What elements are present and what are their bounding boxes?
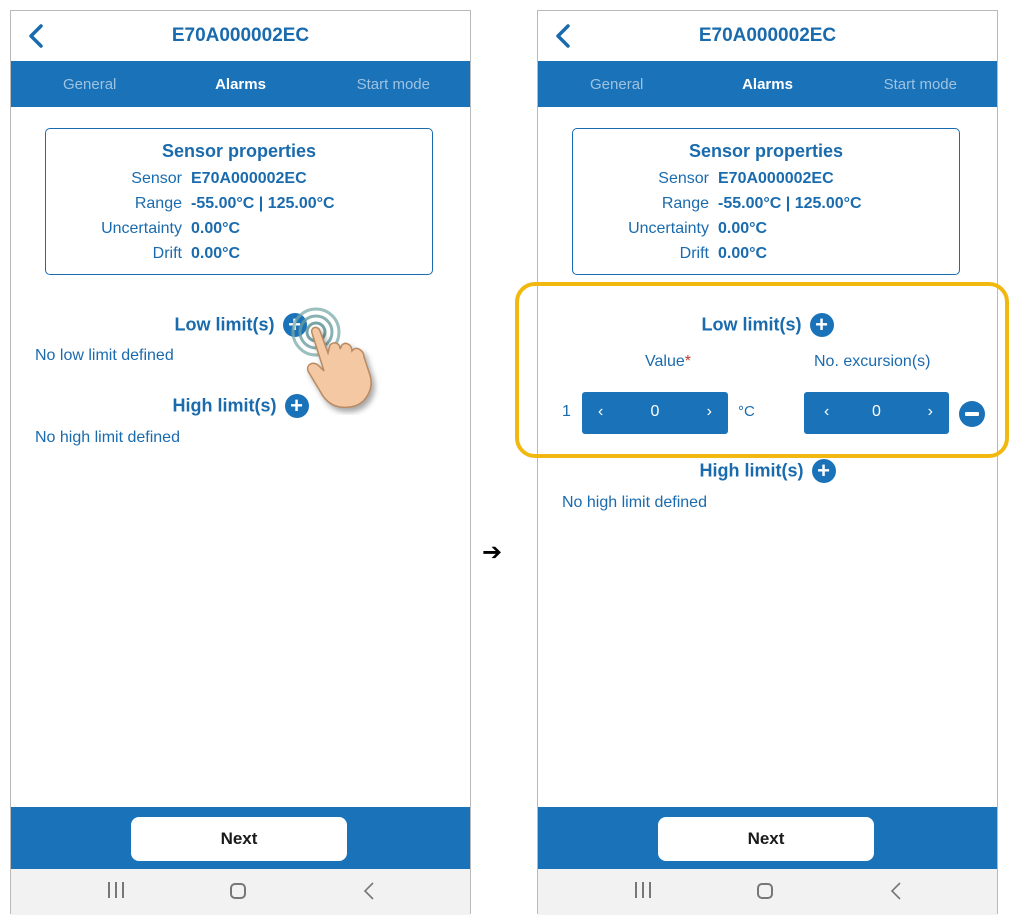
tab-start-mode[interactable]: Start mode: [357, 76, 430, 93]
uncertainty-row: Uncertainty 0.00°C: [46, 220, 432, 242]
title-bar: E70A000002EC: [11, 11, 470, 61]
uncertainty-value: 0.00°C: [191, 220, 241, 237]
highlight-box: [515, 282, 1009, 458]
low-limits-label: Low limit(s): [174, 314, 275, 335]
range-label: Range: [134, 195, 182, 212]
footer-bar: Next: [11, 807, 470, 869]
next-button[interactable]: Next: [131, 817, 347, 861]
uncertainty-label: Uncertainty: [101, 220, 182, 237]
sensor-row: Sensor E70A000002EC: [46, 170, 432, 192]
no-high-limit-text: No high limit defined: [562, 494, 707, 511]
high-limits-header: High limit(s) +: [11, 394, 470, 424]
home-icon[interactable]: [757, 883, 773, 899]
title-bar: E70A000002EC: [538, 11, 997, 61]
tap-gesture-icon: [291, 307, 372, 409]
range-label: Range: [661, 195, 709, 212]
drift-label: Drift: [679, 245, 709, 262]
android-nav-bar: [538, 869, 997, 915]
recents-icon[interactable]: [635, 882, 651, 900]
phone-screen-before: E70A000002EC General Alarms Start mode S…: [10, 10, 471, 915]
tab-bar: General Alarms Start mode: [11, 61, 470, 107]
high-limits-label: High limit(s): [699, 460, 804, 481]
sensor-properties-heading: Sensor properties: [688, 141, 844, 161]
drift-value: 0.00°C: [191, 245, 241, 262]
phone-screen-after: E70A000002EC General Alarms Start mode S…: [537, 10, 998, 915]
system-back-icon[interactable]: [362, 881, 376, 901]
sensor-properties-heading: Sensor properties: [161, 141, 317, 161]
range-row: Range -55.00°C | 125.00°C: [573, 195, 959, 217]
uncertainty-row: Uncertainty 0.00°C: [573, 220, 959, 242]
high-limits-header: High limit(s) +: [538, 459, 997, 489]
transition-arrow-icon: ➔: [482, 539, 503, 566]
tab-bar: General Alarms Start mode: [538, 61, 997, 107]
range-value: -55.00°C | 125.00°C: [191, 195, 335, 212]
range-row: Range -55.00°C | 125.00°C: [46, 195, 432, 217]
next-button[interactable]: Next: [658, 817, 874, 861]
drift-value: 0.00°C: [718, 245, 768, 262]
drift-row: Drift 0.00°C: [573, 245, 959, 267]
low-limits-header: Low limit(s) +: [11, 313, 470, 343]
sensor-row: Sensor E70A000002EC: [573, 170, 959, 192]
page-title: E70A000002EC: [698, 25, 837, 46]
sensor-label: Sensor: [658, 170, 709, 187]
tab-start-mode[interactable]: Start mode: [884, 76, 957, 93]
sensor-properties-card: Sensor properties Sensor E70A000002EC Ra…: [45, 128, 433, 275]
sensor-label: Sensor: [131, 170, 182, 187]
page-title: E70A000002EC: [171, 25, 310, 46]
no-low-limit-text: No low limit defined: [35, 347, 174, 364]
range-value: -55.00°C | 125.00°C: [718, 195, 862, 212]
android-nav-bar: [11, 869, 470, 915]
home-icon[interactable]: [230, 883, 246, 899]
no-high-limit-text: No high limit defined: [35, 429, 180, 446]
system-back-icon[interactable]: [889, 881, 903, 901]
uncertainty-value: 0.00°C: [718, 220, 768, 237]
add-high-limit-button[interactable]: +: [811, 459, 836, 483]
drift-label: Drift: [152, 245, 182, 262]
uncertainty-label: Uncertainty: [628, 220, 709, 237]
sensor-properties-card: Sensor properties Sensor E70A000002EC Ra…: [572, 128, 960, 275]
recents-icon[interactable]: [108, 882, 124, 900]
sensor-value: E70A000002EC: [191, 170, 307, 187]
sensor-value: E70A000002EC: [718, 170, 834, 187]
high-limits-label: High limit(s): [172, 395, 277, 416]
footer-bar: Next: [538, 807, 997, 869]
drift-row: Drift 0.00°C: [46, 245, 432, 267]
